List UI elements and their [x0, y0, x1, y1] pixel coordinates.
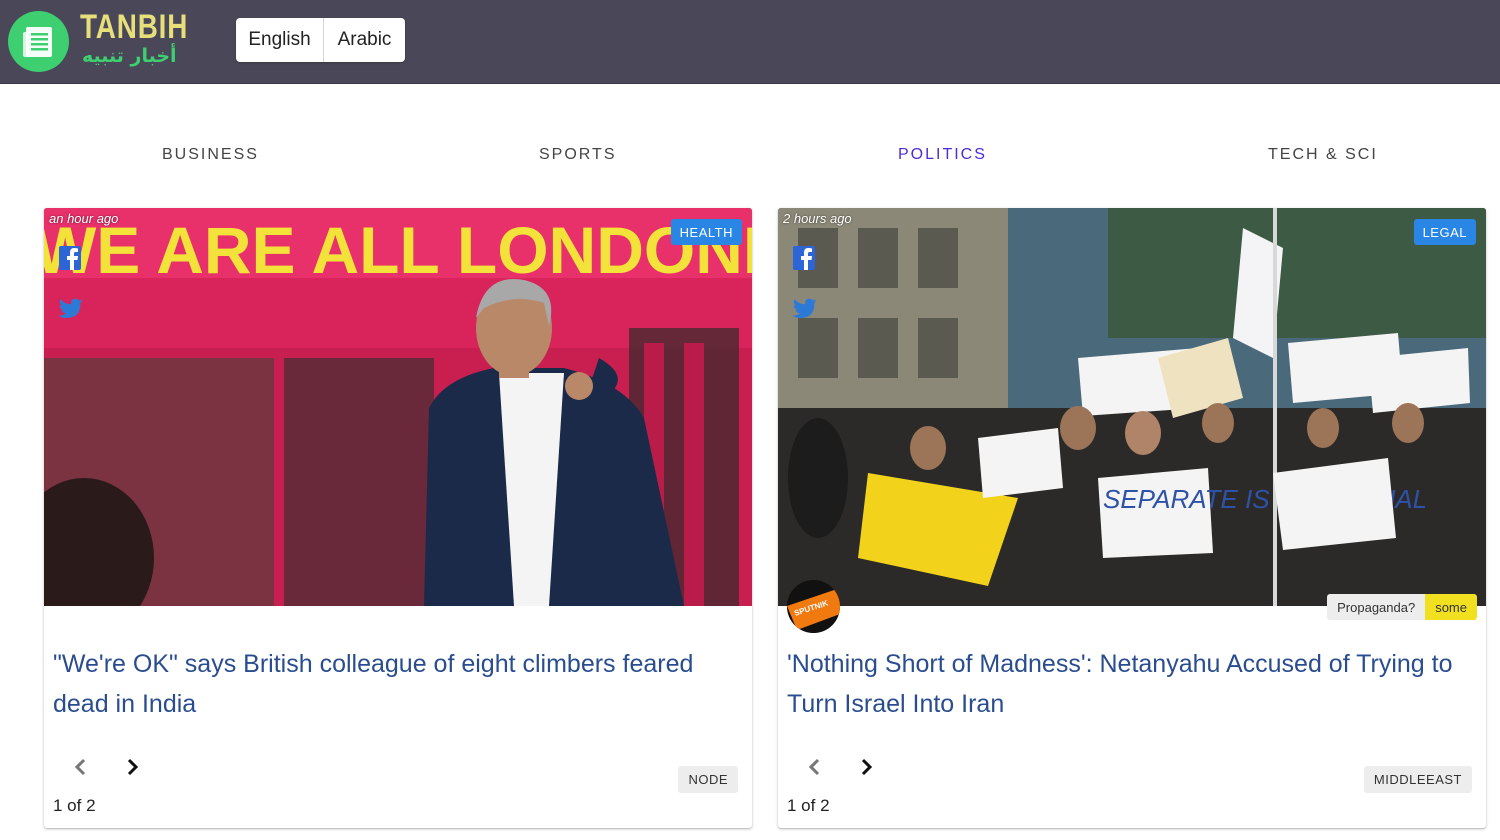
- pagination-count: 1 of 2: [53, 796, 96, 815]
- tab-politics[interactable]: POLITICS: [898, 146, 987, 164]
- article-image[interactable]: SEPARATE IS NOT EQUAL 2 hours ago LEGAL: [778, 208, 1486, 606]
- twitter-icon[interactable]: [58, 298, 84, 325]
- arabic-button[interactable]: Arabic: [324, 18, 405, 62]
- english-button[interactable]: English: [236, 18, 324, 62]
- twitter-icon[interactable]: [792, 298, 818, 325]
- article-headline[interactable]: 'Nothing Short of Madness': Netanyahu Ac…: [787, 644, 1477, 724]
- tab-business[interactable]: BUSINESS: [162, 146, 259, 164]
- chevron-left-icon[interactable]: [70, 756, 92, 778]
- facebook-icon[interactable]: [793, 246, 815, 275]
- pagination-count: 1 of 2: [787, 796, 830, 815]
- logo-newspaper-icon[interactable]: [8, 11, 69, 72]
- brand-title[interactable]: TANBIH: [80, 8, 188, 47]
- tab-sports[interactable]: SPORTS: [539, 146, 617, 164]
- propaganda-badge[interactable]: Propaganda? some: [1327, 594, 1477, 620]
- brand-subtitle-arabic: أخبار تنبيه: [82, 45, 177, 67]
- timestamp: an hour ago: [49, 211, 119, 226]
- category-tag[interactable]: HEALTH: [670, 219, 742, 245]
- source-chip[interactable]: MIDDLEEAST: [1363, 766, 1472, 793]
- propaganda-value: some: [1425, 594, 1477, 620]
- top-header: TANBIH أخبار تنبيه English Arabic: [0, 0, 1500, 84]
- timestamp: 2 hours ago: [783, 211, 852, 226]
- chevron-right-icon[interactable]: [121, 756, 143, 778]
- category-tag[interactable]: LEGAL: [1413, 219, 1476, 245]
- category-nav: BUSINESS SPORTS POLITICS TECH & SCI: [0, 138, 1500, 174]
- bus-banner-text: WE ARE ALL LONDONERS: [44, 213, 752, 287]
- chevron-left-icon[interactable]: [804, 756, 826, 778]
- news-card: WE ARE ALL LONDONERS an hour ago HEALTH …: [44, 208, 752, 828]
- tab-tech-sci[interactable]: TECH & SCI: [1268, 146, 1378, 164]
- news-card: SEPARATE IS NOT EQUAL 2 hours ago LEGAL: [778, 208, 1486, 828]
- propaganda-label: Propaganda?: [1327, 594, 1426, 620]
- article-headline[interactable]: "We're OK" says British colleague of eig…: [53, 644, 743, 724]
- chevron-right-icon[interactable]: [855, 756, 877, 778]
- facebook-icon[interactable]: [59, 246, 81, 275]
- language-switcher: English Arabic: [236, 18, 405, 62]
- source-logo[interactable]: SPUTNIK: [787, 580, 840, 633]
- source-chip[interactable]: NODE: [678, 766, 738, 793]
- article-image[interactable]: WE ARE ALL LONDONERS an hour ago HEALTH: [44, 208, 752, 606]
